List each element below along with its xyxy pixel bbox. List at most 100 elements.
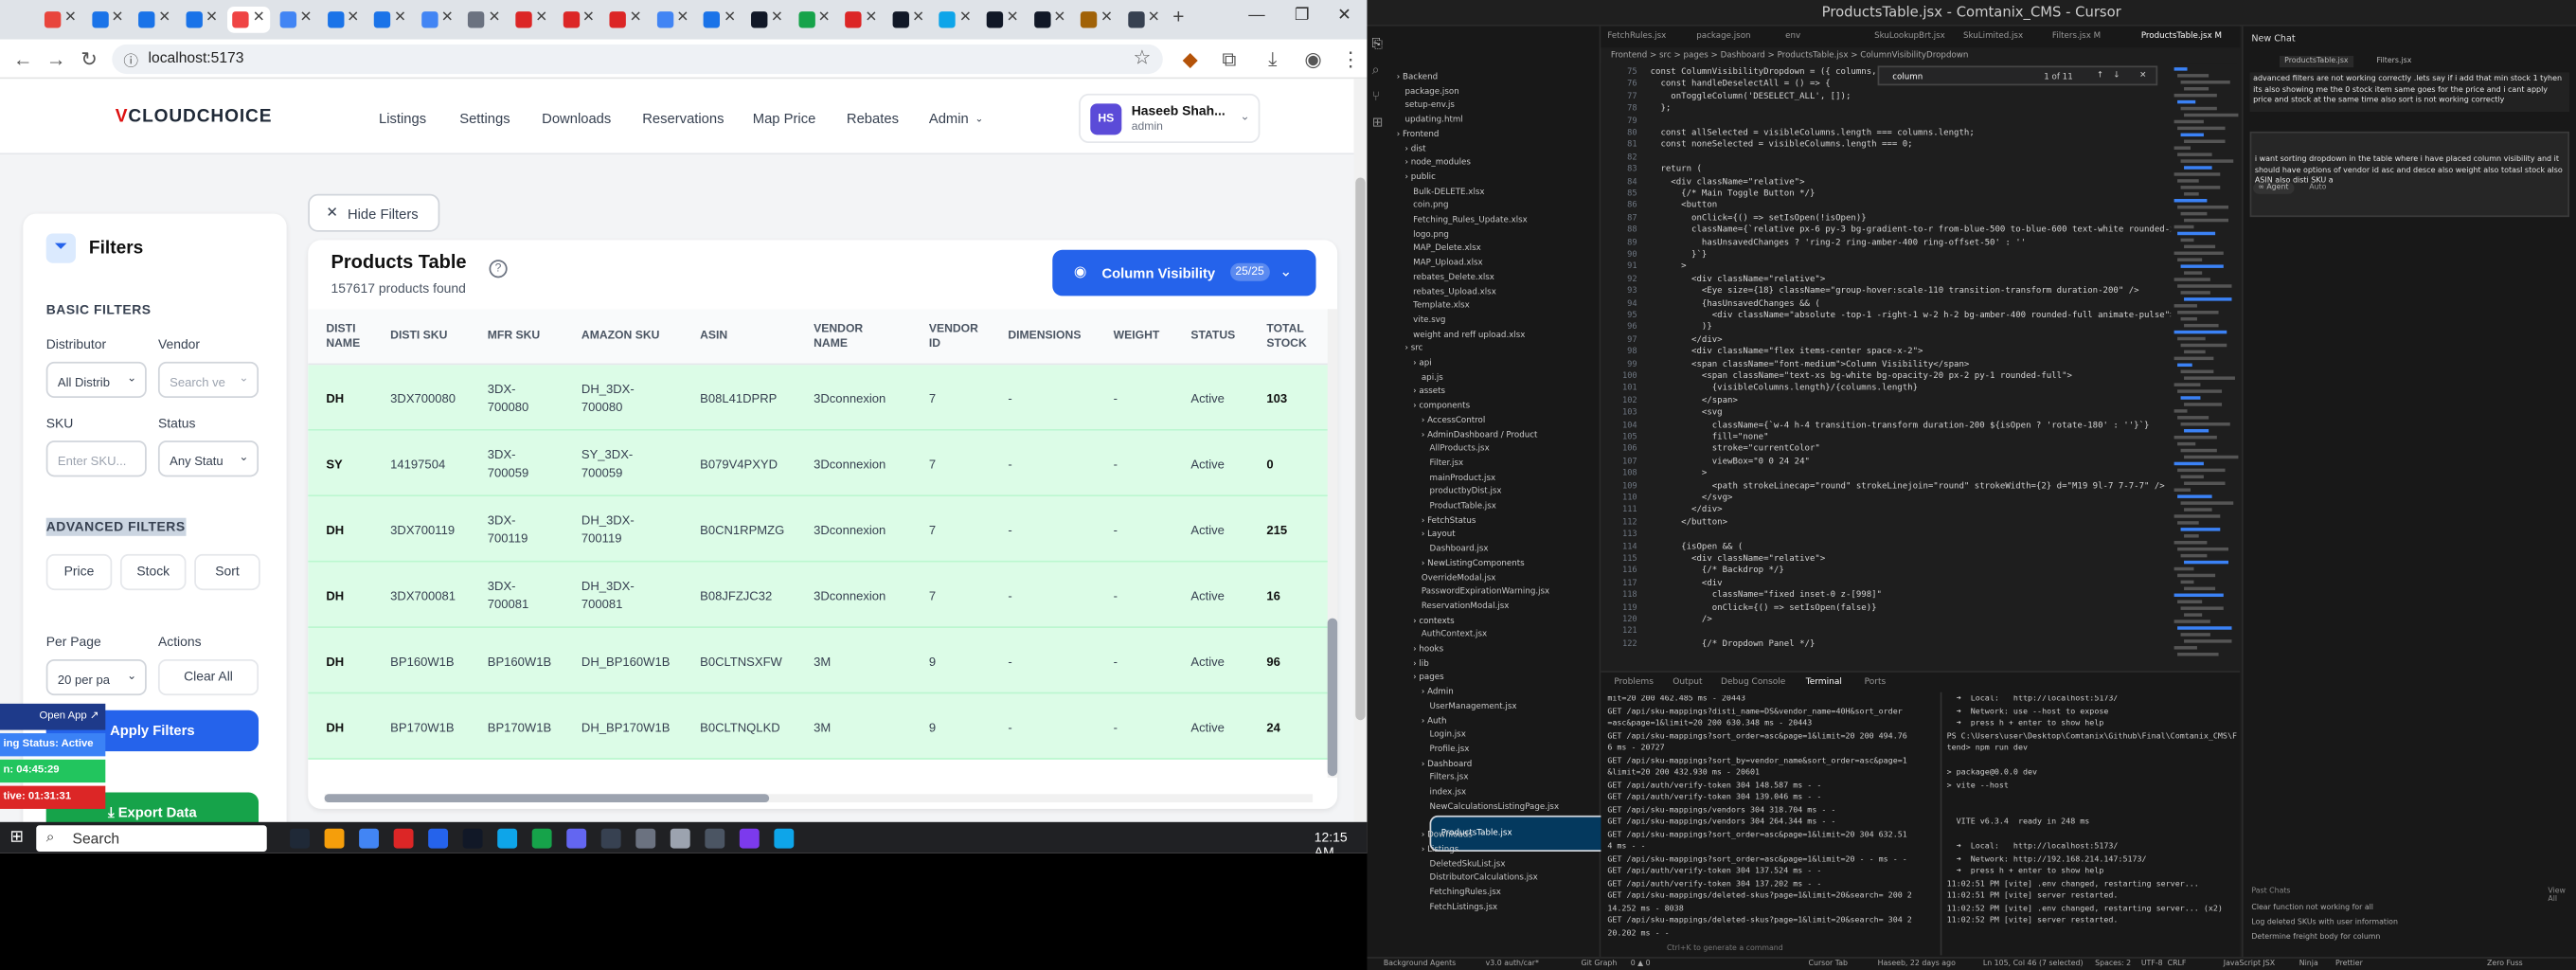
explorer-folder[interactable]: › Dashboard — [1422, 759, 1472, 768]
explorer-folder[interactable]: › dist — [1404, 144, 1425, 153]
close-tab-icon[interactable]: ✕ — [535, 9, 547, 27]
explorer-file[interactable]: PasswordExpirationWarning.jsx — [1422, 587, 1549, 597]
editor-tab[interactable]: Filters.jsx M — [2052, 31, 2101, 41]
status-item[interactable]: Git Graph — [1582, 961, 1618, 969]
profile-icon[interactable]: ◉ — [1304, 47, 1321, 70]
view-all-link[interactable]: View All — [2548, 888, 2576, 904]
taskbar-app-icon[interactable] — [531, 828, 552, 849]
nav-downloads[interactable]: Downloads — [542, 110, 611, 126]
status-item[interactable]: Prettier — [2335, 961, 2363, 969]
files-icon[interactable]: ⎘ — [1372, 36, 1383, 52]
close-tab-icon[interactable]: ✕ — [112, 9, 124, 27]
explorer-file[interactable]: Filters.jsx — [1430, 773, 1469, 782]
status-item[interactable]: 0 ▲ 0 — [1631, 961, 1651, 969]
model-select[interactable]: Auto — [2309, 184, 2326, 192]
status-item[interactable]: Spaces: 2 — [2095, 961, 2131, 969]
close-tab-icon[interactable]: ✕ — [394, 9, 406, 27]
explorer-file[interactable]: vite.svg — [1413, 315, 1445, 325]
browser-tab[interactable]: ✕ — [417, 7, 459, 33]
panel-tab[interactable]: Debug Console — [1721, 677, 1785, 687]
page-scrollbar-thumb[interactable] — [1355, 177, 1366, 721]
browser-tab[interactable]: ✕ — [652, 7, 694, 33]
explorer-file[interactable]: DeletedSkuList.jsx — [1430, 859, 1506, 869]
explorer-file[interactable]: setup-env.js — [1404, 101, 1455, 111]
browser-tab[interactable]: ✕ — [181, 7, 224, 33]
explorer-file[interactable]: api.js — [1422, 372, 1443, 382]
vendor-search-input[interactable]: Search ve ⌄ — [157, 361, 259, 399]
past-chat-item[interactable]: Clear function not working for all — [2251, 905, 2373, 913]
find-input[interactable]: column — [1892, 72, 1923, 81]
explorer-folder[interactable]: › FetchStatus — [1422, 515, 1476, 525]
browser-tab[interactable]: ✕ — [746, 7, 789, 33]
close-icon[interactable]: ✕ — [2139, 71, 2146, 81]
close-tab-icon[interactable]: ✕ — [1148, 9, 1160, 27]
extension-icon[interactable]: ⧉ — [1222, 47, 1236, 72]
nav-admin[interactable]: Admin — [929, 110, 969, 126]
browser-tab[interactable]: ✕ — [605, 7, 648, 33]
status-item[interactable]: Ln 105, Col 46 (7 selected) — [1983, 961, 2084, 969]
explorer-file[interactable]: rebates_Delete.xlsx — [1413, 273, 1494, 282]
editor-tab[interactable]: env — [1785, 31, 1800, 41]
panel-tab[interactable]: Problems — [1614, 677, 1654, 687]
browser-tab[interactable]: ✕ — [558, 7, 600, 33]
new-tab-button[interactable]: + — [1172, 5, 1184, 27]
explorer-file[interactable]: Login.jsx — [1430, 730, 1466, 740]
source-control-icon[interactable]: ⑂ — [1372, 89, 1380, 104]
download-icon[interactable]: ⤓ — [1268, 47, 1277, 72]
table-row[interactable]: DH BP160W1B BP160W1B DH_BP160W1B B0CLTNSXFW 3… — [308, 627, 1330, 694]
minimize-icon[interactable]: — — [1248, 7, 1264, 25]
explorer-folder[interactable]: › AdminDashboard / Product — [1422, 430, 1538, 440]
close-window-icon[interactable]: ✕ — [1337, 7, 1351, 25]
stock-filter-button[interactable]: Stock — [119, 553, 187, 591]
explorer-file[interactable]: NewCalculationsListingPage.jsx — [1430, 801, 1560, 811]
status-item[interactable]: Zero Fuss — [2487, 961, 2523, 969]
editor-tab[interactable]: ProductsTable.jsx M — [2141, 31, 2222, 41]
explorer-file[interactable]: AuthContext.jsx — [1422, 630, 1487, 639]
table-row[interactable]: DH 3DX700081 3DX- 700081 DH_3DX- 700081 B08JFZ… — [308, 562, 1330, 628]
explorer-file[interactable]: logo.png — [1413, 229, 1449, 239]
explorer-folder[interactable]: › Layout — [1422, 530, 1456, 540]
chat-file-chip[interactable]: ProductsTable.jsx — [2279, 56, 2353, 68]
explorer-file[interactable]: Filter.jsx — [1430, 458, 1464, 468]
taskbar-app-icon[interactable] — [428, 828, 449, 849]
per-page-select[interactable]: 20 per pa ⌄ — [45, 658, 147, 696]
explorer-folder[interactable]: › AccessControl — [1422, 416, 1485, 425]
taskbar-app-icon[interactable] — [290, 828, 310, 849]
column-header[interactable]: ASIN — [700, 329, 727, 344]
status-item[interactable]: JavaScript JSX — [2224, 961, 2275, 969]
taskbar-app-icon[interactable] — [739, 828, 760, 849]
windows-start-icon[interactable]: ⊞ — [9, 829, 24, 847]
browser-tab[interactable]: ✕ — [887, 7, 930, 33]
past-chat-item[interactable]: Log deleted SKUs with user information — [2251, 919, 2398, 927]
panel-tab[interactable]: Output — [1673, 677, 1702, 687]
explorer-file[interactable]: Profile.jsx — [1430, 745, 1470, 754]
browser-tab[interactable]: ✕ — [463, 7, 506, 33]
explorer-folder[interactable]: › hooks — [1413, 644, 1443, 654]
close-tab-icon[interactable]: ✕ — [771, 9, 783, 27]
close-tab-icon[interactable]: ✕ — [1053, 9, 1065, 27]
explorer-folder[interactable]: › Frontend — [1397, 130, 1440, 139]
explorer-file[interactable]: rebates_Upload.xlsx — [1413, 287, 1496, 296]
help-icon[interactable]: ? — [489, 260, 508, 278]
past-chat-item[interactable]: Determine freight body for column — [2251, 934, 2380, 943]
close-tab-icon[interactable]: ✕ — [865, 9, 877, 27]
browser-tab[interactable]: ✕ — [1123, 7, 1166, 33]
taskbar-app-icon[interactable] — [497, 828, 518, 849]
column-header[interactable]: VENDOR NAME — [814, 322, 863, 351]
table-row[interactable]: SY 14197504 3DX- 700059 SY_3DX- 700059 B079V4P… — [308, 430, 1330, 497]
explorer-folder[interactable]: › Auth — [1422, 716, 1447, 726]
taskbar-search[interactable]: ⌕ Search — [36, 825, 267, 853]
taskbar-app-icon[interactable] — [705, 828, 725, 849]
explorer-folder[interactable]: › node_modules — [1404, 158, 1470, 168]
browser-tab[interactable]: ✕ — [1076, 7, 1118, 33]
explorer-folder[interactable]: › Backend — [1397, 72, 1438, 81]
minimap[interactable] — [2171, 63, 2239, 670]
explorer-file[interactable]: Bulk-DELETE.xlsx — [1413, 187, 1484, 196]
status-item[interactable]: Cursor Tab — [1809, 961, 1848, 969]
explorer-folder[interactable]: › pages — [1413, 674, 1443, 683]
close-tab-icon[interactable]: ✕ — [253, 9, 265, 27]
open-app-button[interactable]: Open App ↗ — [0, 703, 106, 730]
explorer-file[interactable]: productbyDist.jsx — [1430, 487, 1502, 496]
status-item[interactable]: Haseeb, 22 days ago — [1878, 961, 1956, 969]
explorer-file[interactable]: AllProducts.jsx — [1430, 444, 1490, 454]
